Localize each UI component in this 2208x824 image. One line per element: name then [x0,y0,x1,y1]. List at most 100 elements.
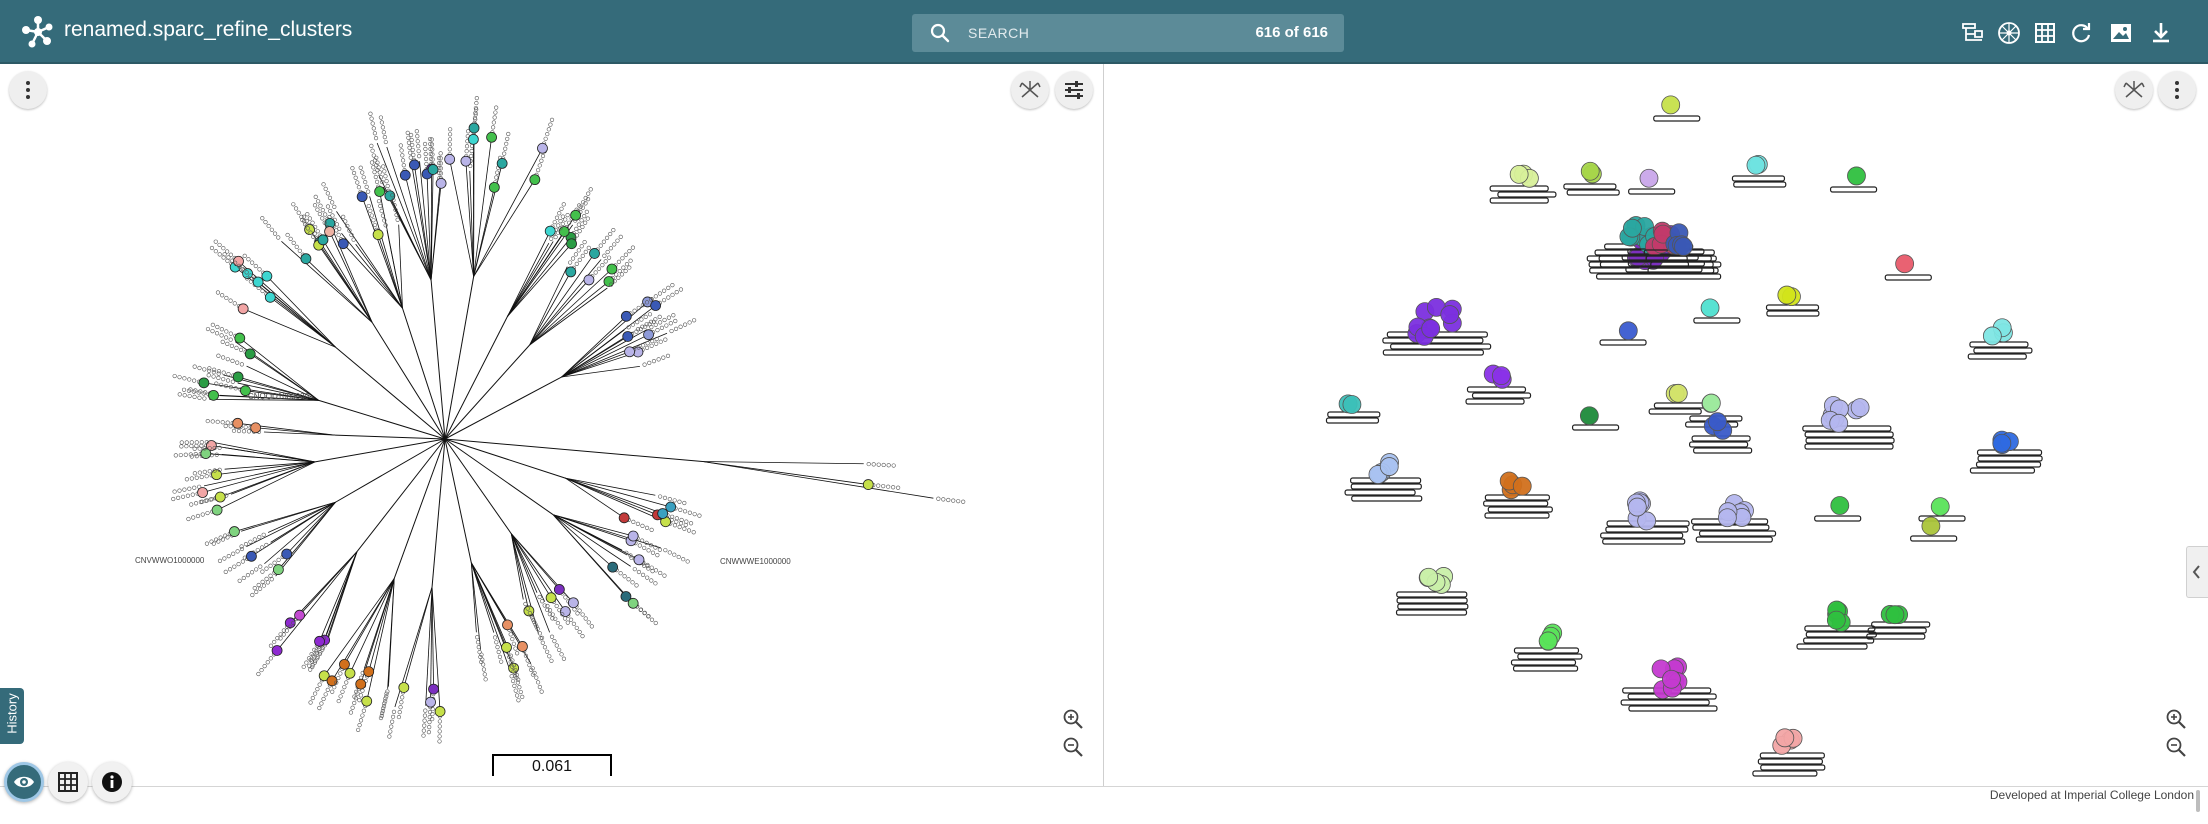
cluster-network[interactable] [1104,64,2208,786]
tree-leaf-node[interactable] [565,266,577,278]
tree-leaf-node[interactable] [583,274,595,286]
tree-leaf-node[interactable] [261,270,273,282]
network-node[interactable] [1342,395,1362,414]
tree-leaf-node[interactable] [657,508,669,519]
tree-leaf-node[interactable] [618,512,630,524]
tree-leaf-node[interactable] [650,300,662,311]
tree-leaf-node[interactable] [250,422,262,434]
history-tab[interactable]: History [0,688,24,744]
tree-leaf-node[interactable] [271,645,283,656]
tree-leaf-node[interactable] [460,155,472,167]
tree-leaf-node[interactable] [339,658,350,670]
network-node[interactable] [1992,433,2012,453]
network-node[interactable] [1775,728,1795,748]
network-node[interactable] [1777,285,1797,305]
app-logo-icon[interactable] [20,14,56,50]
metadata-blocks-icon[interactable] [1960,20,1986,46]
tree-leaf-node[interactable] [624,346,635,358]
network-node[interactable] [1829,413,1849,433]
network-node[interactable] [1579,406,1599,426]
tree-leaf-node[interactable] [633,554,645,566]
network-node[interactable] [1627,497,1647,517]
search-input[interactable] [968,23,1188,43]
tree-leaf-node[interactable] [627,597,639,609]
tree-leaf-node[interactable] [211,504,223,516]
tree-leaf-node[interactable] [558,226,570,237]
tree-leaf-node[interactable] [545,592,557,604]
network-node[interactable] [1830,496,1850,515]
tree-leaf-node[interactable] [214,491,226,503]
network-node[interactable] [1847,166,1866,186]
tree-leaf-node[interactable] [384,190,396,202]
phylogenetic-tree[interactable]: CNVWWO1000000 CNQQD1000000 CNWWWE1000000 [0,64,1103,786]
image-icon[interactable] [2108,20,2134,46]
tree-leaf-node[interactable] [606,263,618,275]
tree-leaf-node[interactable] [197,487,208,498]
tree-leaf-node[interactable] [627,530,639,542]
tree-leaf-node[interactable] [244,348,256,360]
tree-leaf-node[interactable] [398,682,410,693]
network-node[interactable] [1580,161,1600,181]
network-node[interactable] [1850,398,1870,418]
tree-leaf-node[interactable] [281,548,293,560]
view-toggle-button[interactable] [4,762,44,802]
network-menu-button[interactable] [2158,71,2196,109]
tree-leaf-node[interactable] [409,159,420,171]
tree-leaf-node[interactable] [496,157,508,169]
tree-leaf-node[interactable] [544,225,556,237]
tree-leaf-node[interactable] [502,619,513,631]
tree-leaf-node[interactable] [620,310,632,322]
tree-leaf-node[interactable] [317,234,329,246]
tree-leaf-node[interactable] [337,238,349,250]
tree-leaf-node[interactable] [434,706,446,717]
network-node[interactable] [1512,476,1532,496]
tree-layout-button[interactable] [1011,71,1049,109]
tree-leaf-node[interactable] [427,164,439,175]
tree-leaf-node[interactable] [356,191,368,203]
network-node[interactable] [1885,605,1905,625]
tree-leaf-node[interactable] [486,131,497,143]
tree-leaf-node[interactable] [234,332,246,344]
scrollbar[interactable] [2196,790,2200,812]
zoom-out-icon[interactable] [2165,736,2187,758]
network-node[interactable] [1674,237,1693,256]
tree-leaf-node[interactable] [294,609,305,621]
zoom-in-icon[interactable] [1062,708,1084,730]
network-node[interactable] [1623,218,1642,238]
network-node[interactable] [1921,516,1941,536]
network-node[interactable] [1701,393,1721,413]
tree-leaf-node[interactable] [607,561,619,573]
tree-settings-button[interactable] [1055,71,1093,109]
tree-leaf-node[interactable] [566,238,577,250]
info-button[interactable] [92,762,132,802]
network-node[interactable] [1982,326,2002,346]
network-node[interactable] [1895,254,1915,274]
table-icon[interactable] [2032,20,2058,46]
tree-leaf-node[interactable] [229,526,240,537]
tree-leaf-node[interactable] [324,226,335,237]
tree-leaf-node[interactable] [622,331,634,342]
network-node[interactable] [1930,497,1950,516]
tree-leaf-node[interactable] [284,617,296,629]
tree-menu-button[interactable] [9,71,47,109]
side-panel-toggle[interactable] [2186,546,2208,598]
tree-leaf-node[interactable] [237,303,249,315]
tree-leaf-node[interactable] [467,133,479,145]
tree-leaf-node[interactable] [517,641,528,652]
network-node[interactable] [1509,164,1529,184]
tree-leaf-node[interactable] [468,122,480,134]
network-node[interactable] [1379,457,1399,476]
tree-leaf-node[interactable] [272,564,284,575]
network-node[interactable] [1419,567,1439,587]
tree-leaf-node[interactable] [665,501,677,513]
tree-leaf-node[interactable] [570,209,582,221]
download-icon[interactable] [2148,20,2174,46]
tree-leaf-node[interactable] [361,695,373,707]
tree-leaf-node[interactable] [529,174,541,186]
network-icon[interactable] [1996,20,2022,46]
network-node[interactable] [1618,321,1638,341]
zoom-out-icon[interactable] [1062,736,1084,758]
tree-leaf-node[interactable] [314,635,325,647]
network-node[interactable] [1440,305,1460,324]
tree-leaf-node[interactable] [300,253,312,265]
